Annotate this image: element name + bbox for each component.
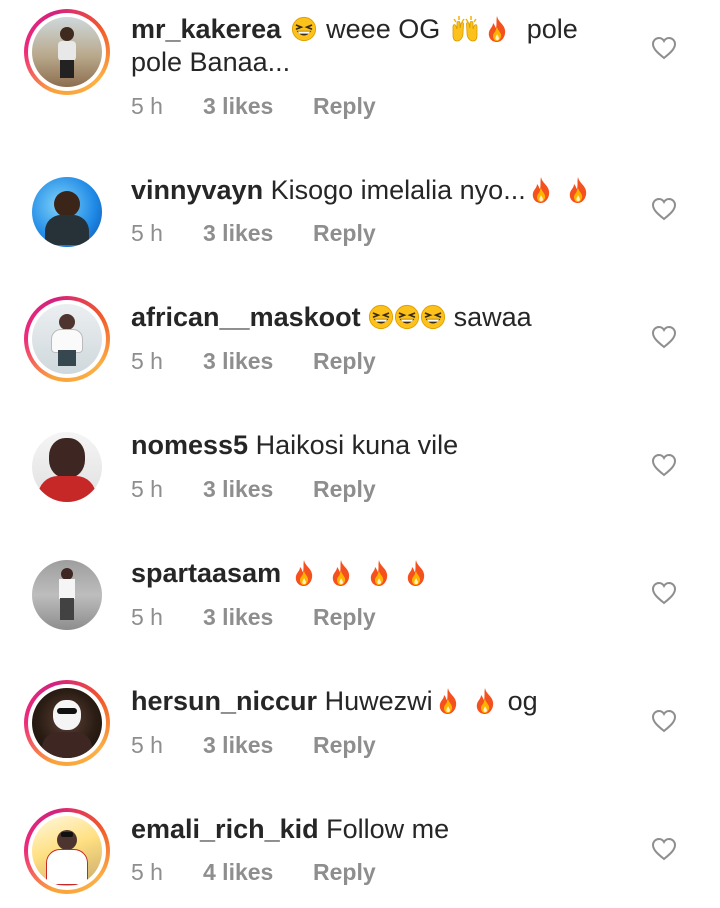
avatar-story-ring[interactable]	[24, 808, 110, 894]
comment-text: hersun_niccur Huwezwi og	[131, 685, 601, 718]
comment-username[interactable]: hersun_niccur	[131, 686, 317, 716]
fire-emoji	[403, 559, 429, 587]
comment-time: 5 h	[131, 604, 163, 630]
avatar	[32, 688, 102, 758]
fire-emoji	[328, 559, 354, 587]
avatar	[32, 177, 102, 247]
comment-time: 5 h	[131, 859, 163, 885]
fire-emoji	[435, 687, 461, 715]
heart-outline-icon[interactable]	[651, 325, 677, 349]
comment-text: spartaasam	[131, 557, 601, 590]
avatar-story-ring[interactable]	[24, 9, 110, 95]
comment-body: sawaa	[453, 302, 532, 332]
reply-button[interactable]: Reply	[313, 604, 376, 631]
comment-text: nomess5 Haikosi kuna vile	[131, 429, 601, 462]
comment-time: 5 h	[131, 220, 163, 246]
avatar-frame[interactable]	[24, 169, 110, 255]
comment-body-continued: og	[507, 686, 538, 716]
comment-time: 5 h	[131, 93, 163, 119]
heart-outline-icon[interactable]	[651, 581, 677, 605]
comment-time: 5 h	[131, 348, 163, 374]
comment-likes[interactable]: 3 likes	[203, 604, 273, 631]
reply-button[interactable]: Reply	[313, 93, 376, 120]
comment-likes[interactable]: 3 likes	[203, 220, 273, 247]
comment-item: vinnyvayn Kisogo imelalia nyo... 5 h 3 l…	[0, 128, 720, 256]
comment-item: mr_kakerea weee OG pole pole Banaa... 5 …	[0, 0, 720, 128]
avatar-frame[interactable]	[24, 552, 110, 638]
comment-item: spartaasam 5 h 3 likes Reply	[0, 512, 720, 640]
comment-likes[interactable]: 3 likes	[203, 732, 273, 759]
comment-body: Haikosi kuna vile	[255, 430, 459, 460]
avatar-frame[interactable]	[24, 424, 110, 510]
reply-button[interactable]: Reply	[313, 476, 376, 503]
grin-emoji	[394, 303, 420, 331]
fire-emoji	[528, 176, 554, 204]
reply-button[interactable]: Reply	[313, 348, 376, 375]
raised-hands-emoji	[450, 15, 480, 43]
grin-emoji	[291, 15, 317, 43]
comment-text: vinnyvayn Kisogo imelalia nyo...	[131, 174, 601, 207]
fire-emoji	[472, 687, 498, 715]
comment-username[interactable]: emali_rich_kid	[131, 814, 319, 844]
comment-likes[interactable]: 3 likes	[203, 476, 273, 503]
heart-outline-icon[interactable]	[651, 36, 677, 60]
comment-body: Kisogo imelalia nyo...	[270, 175, 526, 205]
fire-emoji	[291, 559, 317, 587]
heart-outline-icon[interactable]	[651, 709, 677, 733]
avatar-story-ring[interactable]	[24, 296, 110, 382]
comment-item: african__maskoot sawaa 5 h 3 likes Reply	[0, 256, 720, 384]
grin-emoji	[420, 303, 446, 331]
heart-outline-icon[interactable]	[651, 837, 677, 861]
comment-username[interactable]: mr_kakerea	[131, 14, 281, 44]
heart-outline-icon[interactable]	[651, 197, 677, 221]
comment-likes[interactable]: 3 likes	[203, 348, 273, 375]
comment-username[interactable]: spartaasam	[131, 558, 281, 588]
comment-text: african__maskoot sawaa	[131, 301, 601, 334]
comment-likes[interactable]: 3 likes	[203, 93, 273, 120]
comment-time: 5 h	[131, 476, 163, 502]
comment-item: hersun_niccur Huwezwi og 5 h 3 likes Rep…	[0, 640, 720, 768]
comment-text: mr_kakerea weee OG pole pole Banaa...	[131, 13, 601, 79]
fire-emoji	[565, 176, 591, 204]
comment-body: Follow me	[326, 814, 450, 844]
comment-username[interactable]: nomess5	[131, 430, 248, 460]
comment-time: 5 h	[131, 732, 163, 758]
avatar	[32, 432, 102, 502]
heart-outline-icon[interactable]	[651, 453, 677, 477]
fire-emoji	[484, 15, 510, 43]
avatar	[32, 816, 102, 886]
avatar	[32, 560, 102, 630]
fire-emoji	[366, 559, 392, 587]
reply-button[interactable]: Reply	[313, 732, 376, 759]
grin-emoji	[368, 303, 394, 331]
comment-username[interactable]: african__maskoot	[131, 302, 361, 332]
comment-likes[interactable]: 4 likes	[203, 859, 273, 886]
comment-body: weee OG	[326, 14, 441, 44]
avatar-story-ring[interactable]	[24, 680, 110, 766]
comment-username[interactable]: vinnyvayn	[131, 175, 263, 205]
comment-item: nomess5 Haikosi kuna vile 5 h 3 likes Re…	[0, 384, 720, 512]
comment-body: Huwezwi	[324, 686, 433, 716]
avatar	[32, 304, 102, 374]
reply-button[interactable]: Reply	[313, 220, 376, 247]
comment-text: emali_rich_kid Follow me	[131, 813, 601, 846]
comment-item: emali_rich_kid Follow me 5 h 4 likes Rep…	[0, 768, 720, 896]
reply-button[interactable]: Reply	[313, 859, 376, 886]
avatar	[32, 17, 102, 87]
